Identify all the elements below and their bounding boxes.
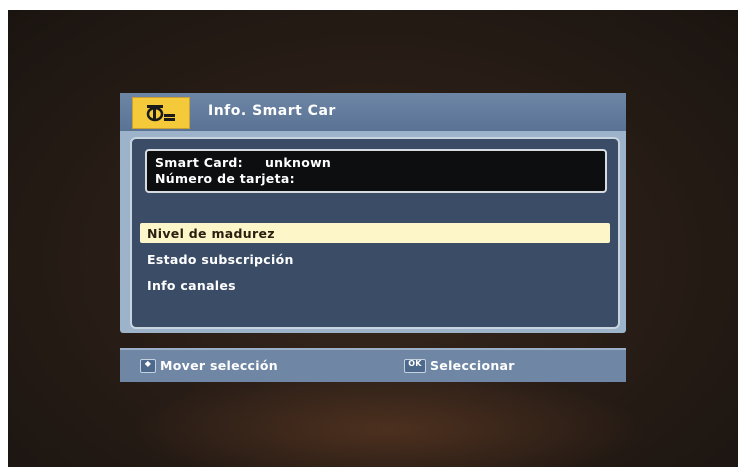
arrow-keys-icon: ◆ <box>140 358 156 373</box>
menu-item-label: Info canales <box>147 278 236 293</box>
menu-item-label: Nivel de madurez <box>147 226 275 241</box>
move-selection-label: Mover selección <box>160 358 278 373</box>
menu-item-subscription-status[interactable]: Estado subscripción <box>140 249 610 269</box>
menu-item-label: Estado subscripción <box>147 252 294 267</box>
ok-key-icon: OK <box>404 358 426 373</box>
dialog-title: Info. Smart Car <box>208 103 336 119</box>
menu-item-channel-info[interactable]: Info canales <box>140 275 610 295</box>
header-icon-box <box>132 97 190 129</box>
help-move-selection: ◆ Mover selección <box>140 358 278 374</box>
dialog-body: Smart Card: unknown Número de tarjeta: Ni… <box>130 137 620 329</box>
select-label: Seleccionar <box>430 358 515 373</box>
card-number-label: Número de tarjeta: <box>155 171 295 186</box>
smart-card-status-line: Smart Card: unknown <box>155 155 331 170</box>
smart-card-info-box: Smart Card: unknown Número de tarjeta: <box>145 149 607 193</box>
smart-card-icon <box>146 105 175 122</box>
help-select: OK Seleccionar <box>404 358 515 374</box>
smart-card-label: Smart Card: <box>155 155 243 170</box>
dialog-header: Info. Smart Car <box>120 93 626 131</box>
smart-card-value: unknown <box>264 155 332 170</box>
menu-item-maturity-level[interactable]: Nivel de madurez <box>140 223 610 243</box>
ok-key-text: OK <box>408 358 422 368</box>
background-glow <box>128 370 648 467</box>
smart-card-info-dialog: Info. Smart Car Smart Card: unknown Númer… <box>120 93 626 333</box>
help-bar: ◆ Mover selección OK Seleccionar <box>120 348 626 382</box>
card-number-line: Número de tarjeta: <box>155 171 295 186</box>
